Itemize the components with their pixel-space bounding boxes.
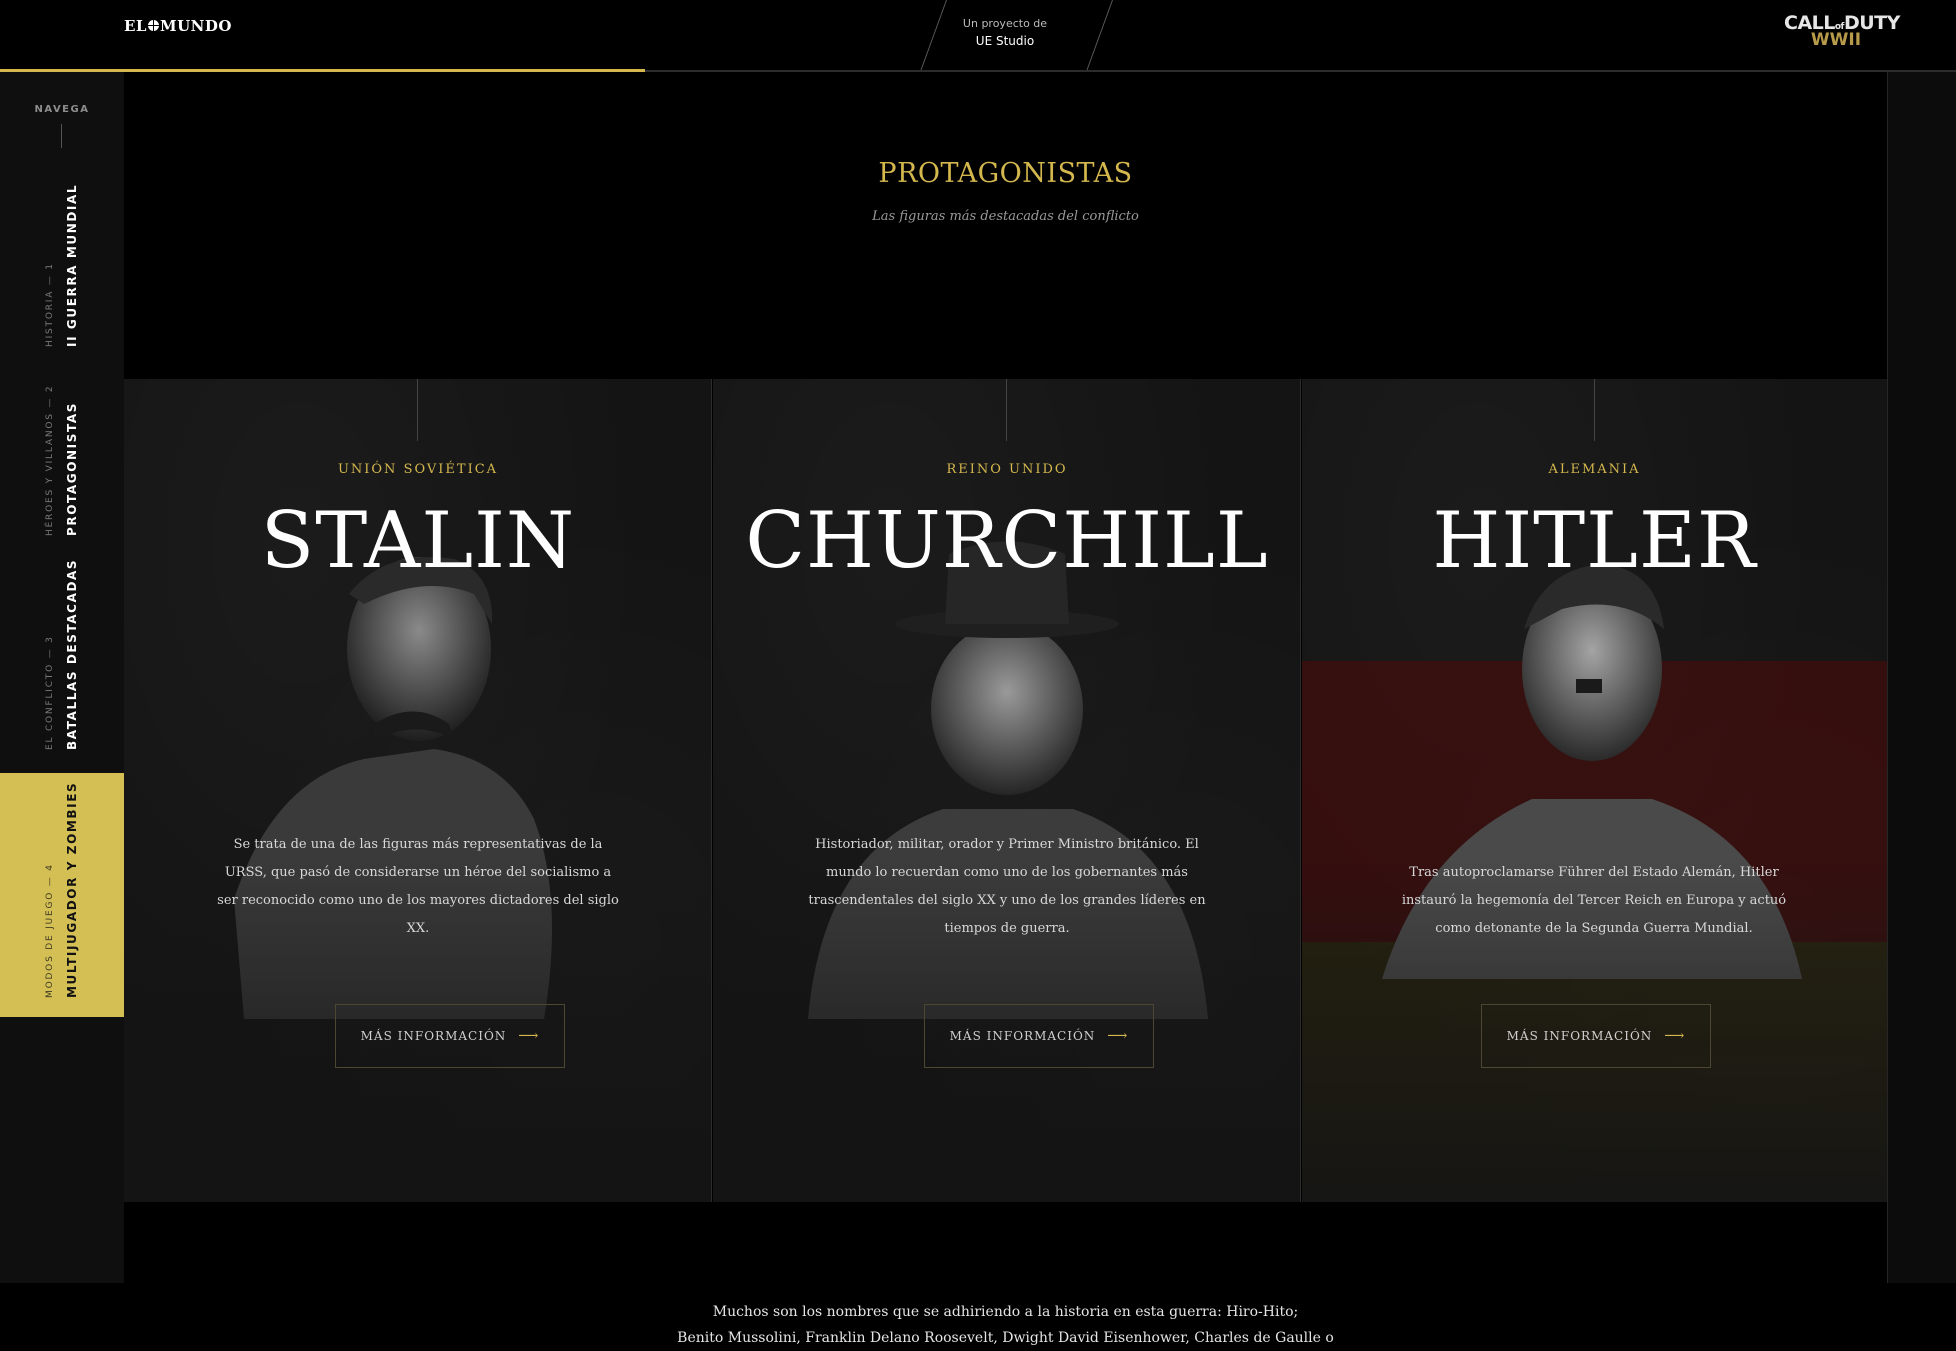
card-top-line [1594,379,1595,441]
sidebar-item-sub: MODOS DE JUEGO — 4 [45,863,55,998]
nav-divider [61,124,62,148]
sidebar-item-label: PROTAGONISTAS [65,402,79,536]
project-studio[interactable]: UE Studio [900,34,1110,48]
project-label: Un proyecto de [962,17,1048,30]
card-country: UNIÓN SOVIÉTICA [337,462,499,477]
right-gutter [1887,72,1956,1283]
main-content: PROTAGONISTAS Las figuras más destacadas… [124,72,1887,1346]
sidebar-item-batallas[interactable]: EL CONFLICTO — 3 BATALLAS DESTACADAS [0,552,124,752]
sidebar-item-sub: EL CONFLICTO — 3 [45,635,55,750]
nav-title: NAVEGA [34,104,90,115]
card-description: Se trata de una de las figuras más repre… [217,837,619,936]
more-info-button[interactable]: MÁS INFORMACIÓN ⟶ [924,1004,1154,1068]
paragraph-line: Benito Mussolini, Franklin Delano Roosev… [677,1330,1334,1346]
sidebar-nav: NAVEGA HISTORIA — 1 II GUERRA MUNDIAL HÉ… [0,72,124,1283]
sidebar-item-sub: HISTORIA — 1 [45,262,55,347]
section-title: PROTAGONISTAS [878,158,1133,189]
top-bar: EL MUNDO Un proyecto de UE Studio CALLofD… [0,0,1956,76]
button-label: MÁS INFORMACIÓN [949,1029,1096,1043]
button-label: MÁS INFORMACIÓN [1506,1029,1653,1043]
arrow-right-icon: ⟶ [518,1028,540,1044]
card-description: Historiador, militar, orador y Primer Mi… [808,837,1206,936]
el-mundo-logo[interactable]: EL MUNDO [124,17,232,35]
intro-paragraph: Muchos son los nombres que se adhiriendo… [124,1299,1887,1351]
project-credit: Un proyecto de UE Studio [900,0,1113,76]
card-country: ALEMANIA [1548,462,1641,477]
card-name: HITLER [1432,496,1757,586]
sidebar-item-guerra-mundial[interactable]: HISTORIA — 1 II GUERRA MUNDIAL [0,182,124,358]
sidebar-item-sub: HÉROES Y VILLANOS — 2 [45,384,55,536]
section-subtitle: Las figuras más destacadas del conflicto [872,209,1139,224]
card-top-line [1006,379,1007,441]
card-churchill[interactable]: REINO UNIDO CHURCHILL Historiador, milit… [713,379,1301,1202]
card-name: CHURCHILL [745,496,1269,586]
card-name: STALIN [260,496,576,586]
sidebar-item-label: BATALLAS DESTACADAS [65,558,79,750]
arrow-right-icon: ⟶ [1664,1028,1686,1044]
arrow-right-icon: ⟶ [1107,1028,1129,1044]
more-info-button[interactable]: MÁS INFORMACIÓN ⟶ [335,1004,565,1068]
sidebar-item-label: MULTIJUGADOR Y ZOMBIES [65,781,79,998]
card-stalin[interactable]: UNIÓN SOVIÉTICA STALIN Se trata de una d… [124,379,712,1202]
globe-icon [147,20,159,31]
sidebar-item-multijugador[interactable]: MODOS DE JUEGO — 4 MULTIJUGADOR Y ZOMBIE… [0,773,124,1017]
sidebar-item-label: II GUERRA MUNDIAL [65,183,79,347]
card-hitler[interactable]: ALEMANIA HITLER Tras autoproclamarse Füh… [1302,379,1887,1202]
sponsor-logo-line2: WWII [1810,30,1862,50]
card-description: Tras autoproclamarse Führer del Estado A… [1401,865,1787,936]
paragraph-line: Muchos son los nombres que se adhiriendo… [712,1304,1299,1320]
sidebar-item-protagonistas[interactable]: HÉROES Y VILLANOS — 2 PROTAGONISTAS [0,372,124,542]
button-label: MÁS INFORMACIÓN [360,1029,507,1043]
card-country: REINO UNIDO [946,462,1068,477]
more-info-button[interactable]: MÁS INFORMACIÓN ⟶ [1481,1004,1711,1068]
call-of-duty-logo[interactable]: CALLofDUTY WWII [1784,14,1900,50]
card-top-line [417,379,418,441]
